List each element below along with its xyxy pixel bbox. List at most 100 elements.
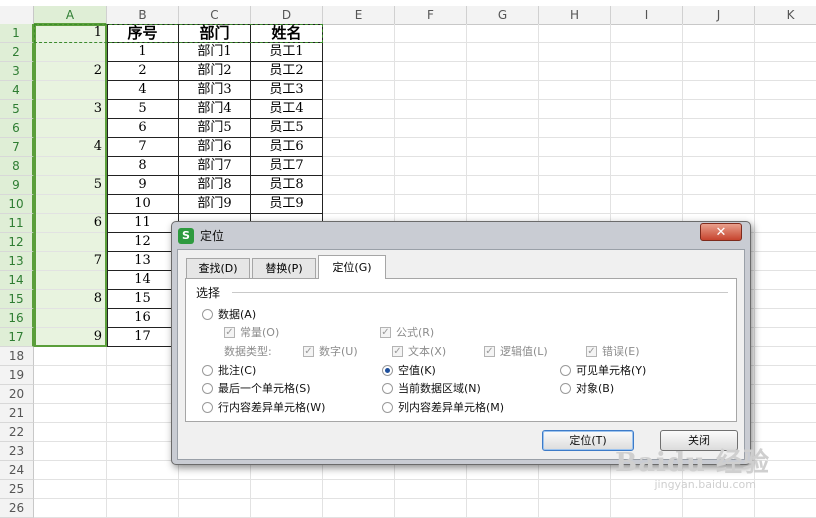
cell[interactable]: 7 [34, 252, 107, 271]
cell[interactable] [395, 24, 467, 43]
cell[interactable]: 员工6 [251, 138, 323, 157]
cell[interactable] [395, 100, 467, 119]
cell[interactable] [34, 499, 107, 518]
cell[interactable] [683, 499, 755, 518]
cell[interactable] [467, 480, 539, 499]
row-header[interactable]: 24 [0, 461, 34, 480]
cell[interactable] [755, 81, 816, 100]
cell[interactable] [107, 461, 179, 480]
tab-find[interactable]: 查找(D) [186, 258, 250, 278]
cell[interactable] [251, 480, 323, 499]
tab-replace[interactable]: 替换(P) [252, 258, 316, 278]
cell[interactable] [34, 271, 107, 290]
cell[interactable] [539, 138, 611, 157]
row-header[interactable]: 11 [0, 214, 34, 233]
cell[interactable] [467, 119, 539, 138]
radio-row-differences[interactable] [202, 401, 213, 413]
cell[interactable] [539, 62, 611, 81]
cell[interactable] [323, 81, 395, 100]
cell[interactable] [395, 499, 467, 518]
cell[interactable] [323, 195, 395, 214]
cell[interactable]: 10 [107, 195, 179, 214]
cell[interactable]: 部门8 [179, 176, 251, 195]
cell[interactable]: 5 [107, 100, 179, 119]
row-header[interactable]: 22 [0, 423, 34, 442]
cell[interactable] [683, 176, 755, 195]
cell[interactable] [34, 81, 107, 100]
radio-data[interactable] [202, 308, 213, 320]
cell[interactable] [755, 157, 816, 176]
cell[interactable] [179, 499, 251, 518]
row-header[interactable]: 4 [0, 81, 34, 100]
cell[interactable] [755, 480, 816, 499]
select-all-corner[interactable] [0, 6, 34, 25]
cell[interactable] [539, 157, 611, 176]
cell[interactable] [683, 119, 755, 138]
cell[interactable]: 3 [34, 100, 107, 119]
cell[interactable] [683, 157, 755, 176]
cell[interactable] [539, 81, 611, 100]
cell[interactable]: 部门6 [179, 138, 251, 157]
cell[interactable]: 16 [107, 309, 179, 328]
dialog-titlebar[interactable]: S 定位 ✕ [172, 222, 750, 248]
cell[interactable]: 13 [107, 252, 179, 271]
cell[interactable] [323, 480, 395, 499]
option-current-region[interactable]: 当前数据区域(N) [382, 380, 481, 396]
cell[interactable] [611, 119, 683, 138]
cell[interactable]: 7 [107, 138, 179, 157]
cell[interactable] [755, 423, 816, 442]
radio-last-cell[interactable] [202, 382, 213, 394]
column-header-h[interactable]: H [539, 6, 611, 25]
cell[interactable] [34, 309, 107, 328]
option-column-differences[interactable]: 列内容差异单元格(M) [382, 399, 504, 415]
cell[interactable]: 员工7 [251, 157, 323, 176]
row-header[interactable]: 13 [0, 252, 34, 271]
cell[interactable]: 8 [34, 290, 107, 309]
row-header[interactable]: 7 [0, 138, 34, 157]
cell[interactable] [107, 423, 179, 442]
cell[interactable] [395, 119, 467, 138]
row-header[interactable]: 3 [0, 62, 34, 81]
cell[interactable] [467, 24, 539, 43]
cell[interactable] [611, 195, 683, 214]
radio-column-differences[interactable] [382, 401, 393, 413]
cell[interactable] [467, 43, 539, 62]
cell[interactable] [467, 138, 539, 157]
row-header[interactable]: 17 [0, 328, 34, 347]
cell[interactable]: 部门 [179, 24, 251, 43]
radio-current-region[interactable] [382, 382, 393, 394]
option-objects[interactable]: 对象(B) [560, 380, 614, 396]
cell[interactable]: 6 [34, 214, 107, 233]
cell[interactable] [395, 157, 467, 176]
cell[interactable] [539, 119, 611, 138]
cell[interactable] [107, 499, 179, 518]
cell[interactable] [683, 81, 755, 100]
cell[interactable]: 12 [107, 233, 179, 252]
cell[interactable]: 5 [34, 176, 107, 195]
cell[interactable] [611, 157, 683, 176]
cell[interactable] [683, 62, 755, 81]
row-header[interactable]: 26 [0, 499, 34, 518]
cell[interactable] [107, 442, 179, 461]
cell[interactable] [34, 404, 107, 423]
cell[interactable] [539, 24, 611, 43]
cell[interactable] [755, 214, 816, 233]
cell[interactable] [323, 176, 395, 195]
cell[interactable] [755, 62, 816, 81]
cell[interactable]: 8 [107, 157, 179, 176]
cell[interactable] [323, 138, 395, 157]
option-visible-cells[interactable]: 可见单元格(Y) [560, 362, 646, 378]
cell[interactable] [611, 176, 683, 195]
cell[interactable] [107, 347, 179, 366]
cell[interactable] [539, 43, 611, 62]
row-header[interactable]: 23 [0, 442, 34, 461]
cell[interactable] [755, 138, 816, 157]
cell[interactable] [539, 480, 611, 499]
cell[interactable]: 员工4 [251, 100, 323, 119]
cell[interactable] [611, 499, 683, 518]
cell[interactable] [467, 176, 539, 195]
cell[interactable] [683, 100, 755, 119]
radio-visible-cells[interactable] [560, 364, 571, 376]
cell[interactable] [539, 499, 611, 518]
cell[interactable]: 员工9 [251, 195, 323, 214]
